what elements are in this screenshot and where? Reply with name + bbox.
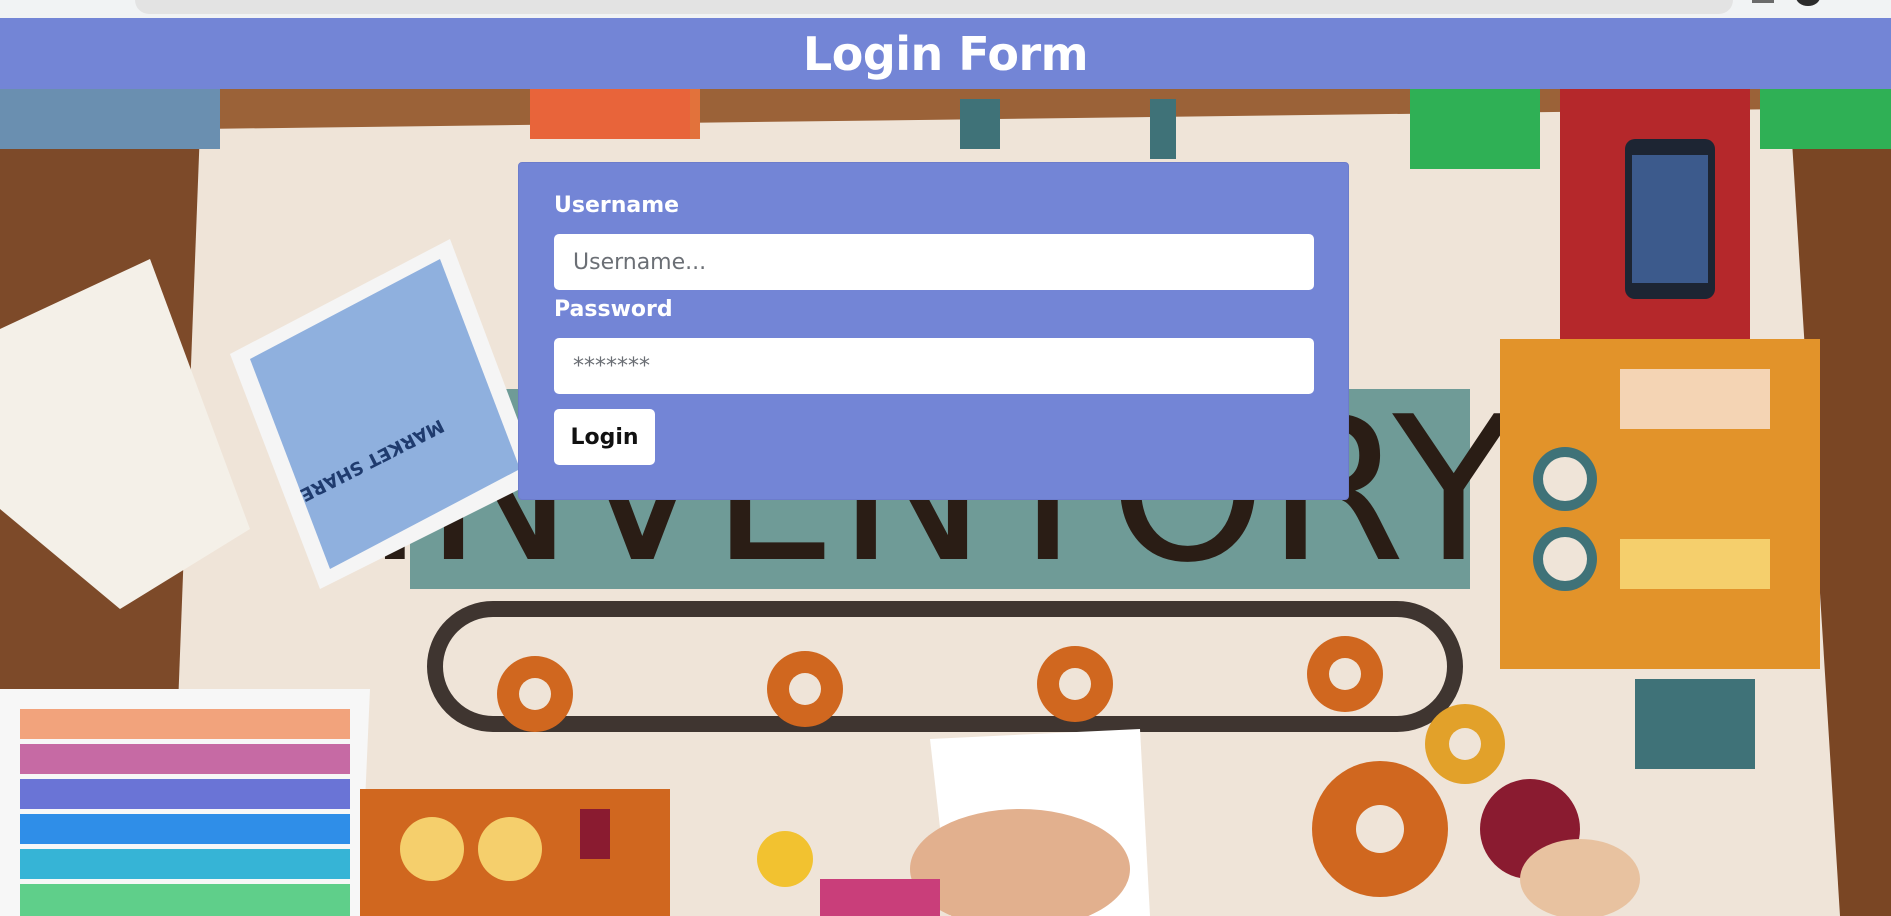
username-input[interactable] xyxy=(554,234,1314,290)
password-input[interactable] xyxy=(554,338,1314,394)
profile-icon[interactable] xyxy=(1796,0,1820,6)
password-label: Password xyxy=(554,297,673,322)
page-title: Login Form xyxy=(802,26,1089,81)
login-form: Username Password Login xyxy=(518,162,1349,500)
browser-toolbar xyxy=(0,0,1891,18)
menu-icon[interactable] xyxy=(1752,0,1774,3)
login-button[interactable]: Login xyxy=(554,409,655,465)
username-label: Username xyxy=(554,193,680,218)
page-header: Login Form xyxy=(0,18,1891,89)
address-bar[interactable] xyxy=(135,0,1733,14)
